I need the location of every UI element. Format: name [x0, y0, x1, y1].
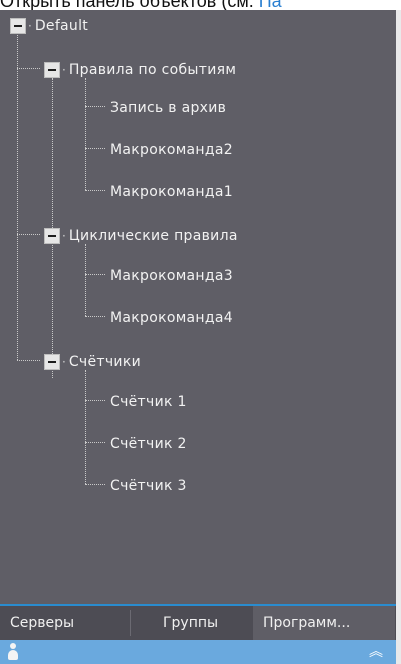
tree-leaf[interactable]: Макрокоманда4 — [110, 308, 233, 328]
tree-leaf-label: Счётчик 3 — [110, 478, 187, 494]
tree-node-event-rules[interactable]: · Правила по событиям — [44, 60, 236, 80]
tree-dot: · — [62, 63, 66, 77]
tab-groups[interactable]: Группы — [131, 606, 253, 640]
tree-node-label: Счётчики — [68, 354, 141, 370]
collapse-toggle-icon[interactable] — [44, 354, 60, 370]
tree-connector — [85, 274, 105, 275]
tree-leaf-label: Макрокоманда3 — [110, 268, 233, 284]
tree-connector — [17, 234, 40, 235]
caption-text: Открыть панель объектов (см. — [0, 0, 259, 10]
tab-servers[interactable]: Серверы — [0, 606, 130, 640]
collapse-toggle-icon[interactable] — [44, 62, 60, 78]
tab-programs[interactable]: Программ... — [253, 606, 395, 640]
tree-connector — [85, 148, 105, 149]
object-tree: · Default · Правила по событиям Запись в… — [0, 10, 396, 602]
tree-leaf-label: Макрокоманда2 — [110, 142, 233, 158]
tree-leaf-label: Запись в архив — [110, 100, 227, 116]
tree-dot: · — [28, 19, 32, 33]
tree-node-label: Правила по событиям — [68, 62, 237, 78]
caption-link[interactable]: Па — [259, 0, 282, 10]
tree-leaf-label: Счётчик 2 — [110, 436, 187, 452]
document-caption: Открыть панель объектов (см. Па — [0, 0, 401, 10]
tree-connector — [85, 484, 105, 485]
tree-connector — [17, 26, 18, 360]
double-chevron-up-icon[interactable]: ︽ — [366, 642, 386, 662]
tree-connector — [85, 370, 86, 484]
tree-leaf[interactable]: Макрокоманда3 — [110, 266, 233, 286]
collapse-toggle-icon[interactable] — [44, 228, 60, 244]
tree-node-label: Default — [34, 18, 89, 34]
tree-leaf-label: Счётчик 1 — [110, 394, 187, 410]
tree-leaf-label: Макрокоманда4 — [110, 310, 233, 326]
status-bar: ︽ — [0, 640, 396, 664]
tree-connector — [17, 360, 40, 361]
tree-connector — [85, 106, 105, 107]
collapse-toggle-icon[interactable] — [10, 18, 26, 34]
tree-connector — [17, 68, 40, 69]
tree-dot: · — [62, 355, 66, 369]
tree-node-label: Циклические правила — [68, 228, 238, 244]
tree-connector — [85, 190, 105, 191]
tree-connector — [85, 78, 86, 190]
right-edge-strip — [396, 10, 401, 664]
tree-connector — [85, 316, 105, 317]
tree-connector — [85, 244, 86, 316]
tree-connector — [85, 400, 105, 401]
tree-leaf[interactable]: Счётчик 2 — [110, 434, 187, 454]
tree-dot: · — [62, 229, 66, 243]
objects-panel: · Default · Правила по событиям Запись в… — [0, 10, 396, 664]
tree-node-cyclic-rules[interactable]: · Циклические правила — [44, 226, 238, 246]
tree-leaf-label: Макрокоманда1 — [110, 184, 233, 200]
tree-node-counters[interactable]: · Счётчики — [44, 352, 141, 372]
tree-leaf[interactable]: Счётчик 1 — [110, 392, 187, 412]
panel-tabs: Серверы Группы Программ... — [0, 604, 396, 640]
user-icon — [8, 643, 18, 661]
tree-leaf[interactable]: Макрокоманда2 — [110, 140, 233, 160]
tree-leaf[interactable]: Запись в архив — [110, 98, 226, 118]
tree-leaf[interactable]: Счётчик 3 — [110, 476, 187, 496]
tree-node-root[interactable]: · Default — [10, 16, 88, 36]
tree-connector — [85, 442, 105, 443]
tree-leaf[interactable]: Макрокоманда1 — [110, 182, 233, 202]
